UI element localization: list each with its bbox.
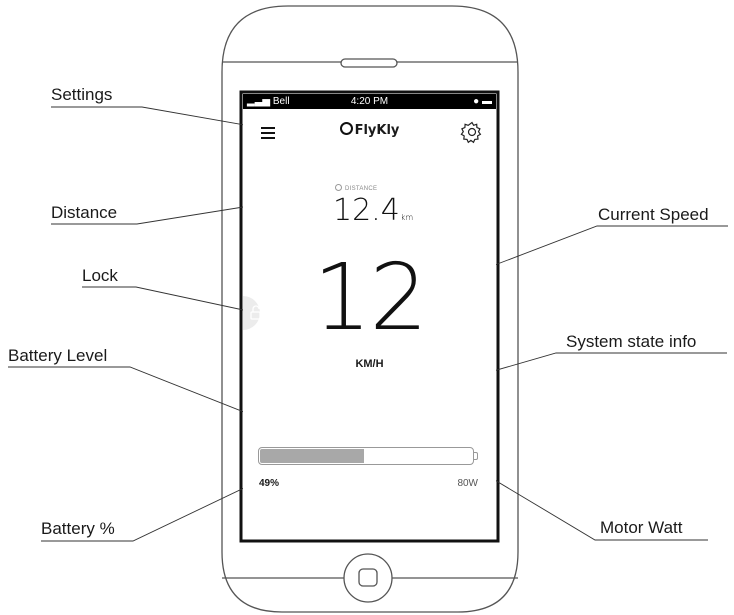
settings-leader	[51, 106, 263, 129]
speed-unit: KM/H	[355, 358, 384, 370]
settings-button[interactable]	[460, 120, 484, 144]
battery-fill	[260, 449, 364, 463]
app-screen: ▂▃▅ Bell 4:20 PM ● ▬ FlyKly DISTANCE 12.…	[243, 94, 496, 539]
motor-watt: 80W	[457, 478, 478, 489]
app-logo: FlyKly	[243, 122, 496, 138]
lock-button[interactable]	[243, 296, 277, 330]
callout-battery-pct: Battery %	[41, 519, 115, 538]
logo-mark-icon	[339, 122, 353, 135]
callout-battery-level: Battery Level	[8, 346, 108, 365]
callout-system-state: System state info	[566, 332, 697, 351]
distance-unit: km	[400, 213, 414, 222]
callout-distance: Distance	[51, 203, 118, 222]
distance-label: DISTANCE	[335, 184, 377, 192]
location-icon: ●	[473, 96, 480, 107]
callout-motor-watt: Motor Watt	[600, 518, 683, 537]
status-right: ● ▬	[473, 94, 492, 109]
app-header: FlyKly	[243, 110, 496, 158]
distance-value: 12.4	[333, 193, 400, 228]
battery-percent: 49%	[259, 478, 280, 489]
lock-icon	[250, 305, 261, 320]
distance-readout: 12.4km	[333, 194, 413, 235]
status-time: 4:20 PM	[350, 96, 389, 107]
battery-icon: ▬	[482, 96, 492, 107]
current-speed-value: 12	[312, 244, 428, 351]
distance-icon	[335, 184, 342, 191]
battery-terminal	[474, 452, 478, 460]
home-button[interactable]	[343, 553, 393, 603]
status-bar: ▂▃▅ Bell 4:20 PM ● ▬	[243, 94, 496, 109]
gear-icon	[460, 121, 482, 144]
callout-settings: Settings	[51, 85, 113, 104]
battery-level-bar	[258, 447, 478, 467]
lock-leader	[82, 286, 263, 315]
callout-current-speed: Current Speed	[598, 205, 709, 224]
callout-lock: Lock	[82, 266, 118, 285]
